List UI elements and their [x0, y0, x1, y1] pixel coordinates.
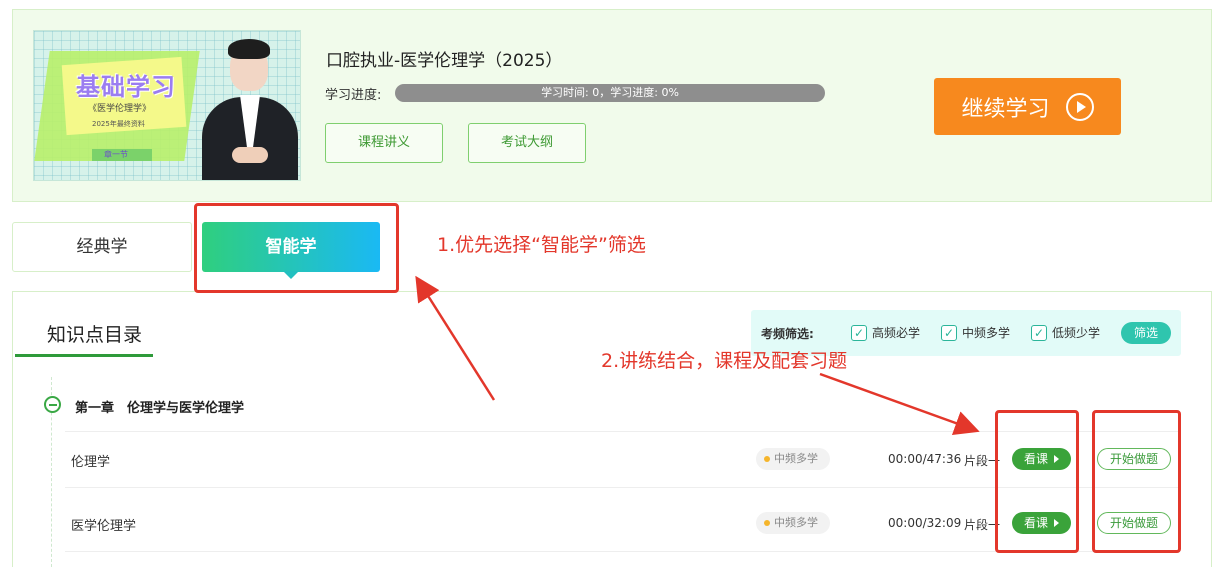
lesson-name[interactable]: 伦理学 [71, 451, 110, 470]
lesson-name[interactable]: 医学伦理学 [71, 515, 136, 534]
apply-filter-button[interactable]: 筛选 [1121, 322, 1171, 344]
lesson-time: 00:00/47:36 [888, 452, 962, 466]
annotation-note-1: 1.优先选择“智能学”筛选 [437, 234, 646, 256]
frequency-label: 中频多学 [774, 516, 818, 529]
collapse-minus-icon[interactable] [44, 396, 61, 413]
frequency-badge: 中频多学 [756, 448, 830, 470]
cover-subtitle: 《医学伦理学》 [88, 104, 152, 114]
continue-learning-button[interactable]: 继续学习 [934, 78, 1121, 135]
continue-learning-label: 继续学习 [961, 96, 1050, 122]
filter-option-label: 高频必学 [872, 326, 921, 340]
progress-label: 学习进度: [325, 88, 382, 103]
frequency-dot-icon [764, 520, 770, 526]
filter-medium-frequency[interactable]: ✓ 中频多学 [941, 324, 1010, 341]
course-handout-button[interactable]: 课程讲义 [325, 123, 443, 163]
chapter-title[interactable]: 第一章 伦理学与医学伦理学 [75, 397, 244, 416]
checkbox-checked-icon[interactable]: ✓ [851, 324, 867, 341]
checkbox-checked-icon[interactable]: ✓ [1031, 324, 1047, 341]
annotation-note-2: 2.讲练结合，课程及配套习题 [601, 350, 848, 372]
checkbox-checked-icon[interactable]: ✓ [941, 324, 957, 341]
filter-label: 考频筛选: [761, 327, 814, 341]
cover-tag: 章一节 [104, 150, 128, 159]
frequency-badge: 中频多学 [756, 512, 830, 534]
filter-option-label: 低频少学 [1052, 326, 1101, 340]
frequency-label: 中频多学 [774, 452, 818, 465]
teacher-portrait [202, 37, 298, 180]
progress-text: 学习时间: 0，学习进度: 0% [541, 86, 679, 99]
annotation-box-watch-buttons [995, 410, 1079, 553]
frequency-dot-icon [764, 456, 770, 462]
course-cover-image[interactable]: 基础学习 《医学伦理学》 2025年最终资料 章一节 [33, 30, 301, 181]
tab-classic-learning[interactable]: 经典学 [12, 222, 192, 272]
lesson-time: 00:00/32:09 [888, 516, 962, 530]
course-title: 口腔执业-医学伦理学（2025） [326, 51, 563, 71]
cover-title: 基础学习 [76, 73, 176, 101]
progress-bar: 学习时间: 0，学习进度: 0% [395, 84, 825, 102]
filter-low-frequency[interactable]: ✓ 低频少学 [1031, 324, 1100, 341]
catalog-title: 知识点目录 [47, 324, 143, 346]
cover-tagline: 2025年最终资料 [92, 120, 145, 128]
catalog-title-underline [15, 354, 153, 357]
filter-high-frequency[interactable]: ✓ 高频必学 [851, 324, 920, 341]
annotation-box-practice-buttons [1092, 410, 1181, 553]
annotation-box-smart-tab [194, 203, 399, 293]
exam-syllabus-button[interactable]: 考试大纲 [468, 123, 586, 163]
play-circle-icon [1065, 92, 1094, 121]
filter-option-label: 中频多学 [962, 326, 1011, 340]
